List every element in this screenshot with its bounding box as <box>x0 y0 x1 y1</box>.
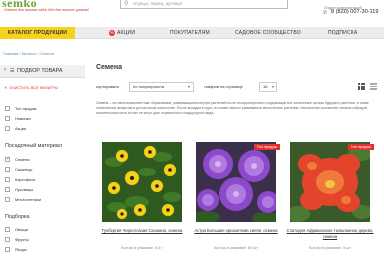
breadcrumb-catalog[interactable]: Каталог <box>22 51 37 56</box>
perpage-label: товаров на странице <box>204 84 243 89</box>
top-sales-badge: Топ продаж <box>253 144 280 150</box>
filter-checkbox-new[interactable]: Новинки <box>5 115 31 122</box>
menu-icon: ☰ <box>10 68 15 74</box>
chevron-down-icon: ▾ <box>187 84 190 89</box>
nav-item-promo[interactable]: % АКЦИИ <box>109 27 135 39</box>
filter-checkbox-potato[interactable]: Картофель <box>5 176 36 183</box>
nav-item-community[interactable]: САДОВОЕ СООБЩЕСТВО <box>235 27 301 39</box>
checkbox[interactable] <box>5 237 10 242</box>
search-icon: ⚲ <box>124 1 129 7</box>
main-nav: КАТАЛОГ ПРОДУКЦИИ % АКЦИИ ПОКУПАТЕЛЯМ СА… <box>0 27 384 39</box>
checkbox-label: Фрукты <box>15 237 29 242</box>
checkbox[interactable] <box>5 167 10 172</box>
nav-item-buyers[interactable]: ПОКУПАТЕЛЯМ <box>170 27 210 39</box>
checkbox-label: Многолетники <box>15 197 41 202</box>
list-view-icon[interactable] <box>370 83 377 90</box>
chevron-down-icon: ▾ <box>271 84 274 89</box>
nav-catalog-button[interactable]: КАТАЛОГ ПРОДУКЦИИ <box>0 27 75 39</box>
filter-checkbox-fruits[interactable]: Фрукты <box>5 236 29 243</box>
sort-value: по популярности <box>133 84 165 89</box>
perpage-value: 18 <box>263 84 268 89</box>
filter-sidebar: ‹ ☰ ПОДБОР ТОВАРА ✕ ОЧИСТИТЬ ВСЕ ФИЛЬТРЫ … <box>0 62 85 256</box>
checkbox[interactable] <box>5 227 10 232</box>
phone-number[interactable]: 8 (820) 007-30-119 <box>331 9 378 15</box>
clear-filters-label: ОЧИСТИТЬ ВСЕ ФИЛЬТРЫ <box>9 86 59 90</box>
checkbox[interactable] <box>5 247 10 252</box>
checkbox-label: Овощи <box>15 227 28 232</box>
breadcrumb-home[interactable]: Главная <box>3 51 18 56</box>
site-logo[interactable]: semko Семена для вашего сада! Всё для ва… <box>2 0 89 18</box>
search-input[interactable]: ⚲ огурцы, перец, артикул <box>120 0 288 9</box>
nav-item-subscribe[interactable]: ПОДПИСКА <box>328 27 357 39</box>
product-image[interactable] <box>102 142 182 222</box>
checkbox-label: Ягоды <box>15 247 27 252</box>
filter-checkbox-seedlings[interactable]: Саженцы <box>5 166 32 173</box>
checkbox-label: Саженцы <box>15 167 33 172</box>
grid-view-icon[interactable] <box>358 83 365 90</box>
filter-group-title-selection: Подборка <box>5 214 30 220</box>
checkbox[interactable] <box>5 126 10 131</box>
site-header: semko Семена для вашего сада! Всё для ва… <box>0 0 384 22</box>
top-sales-badge: Топ продаж <box>347 144 374 150</box>
phone-icon: ✆ <box>323 10 328 16</box>
percent-icon: % <box>109 30 115 36</box>
breadcrumb-current: Семена <box>39 51 54 56</box>
category-description: Семена – это многокомпонентные образован… <box>96 101 369 115</box>
checkbox[interactable] <box>5 177 10 182</box>
checkbox-label: Топ продаж <box>15 106 37 111</box>
product-card[interactable]: Тунбергия Черноглазая Сюзанна, семена Ко… <box>98 140 186 256</box>
chevron-left-icon: ‹ <box>4 67 6 73</box>
checkbox-label: Картофель <box>15 177 36 182</box>
checkbox-label: Луковицы <box>15 187 34 192</box>
product-name[interactable]: Тунбергия Черноглазая Сюзанна, семена <box>98 228 186 234</box>
checkbox[interactable] <box>5 187 10 192</box>
close-icon: ✕ <box>4 86 8 90</box>
checkbox[interactable] <box>5 106 10 111</box>
breadcrumb: Главная / Каталог / Семена <box>3 51 54 56</box>
product-qty: Кол-во в упаковке: 0,3 г <box>121 246 163 250</box>
product-card[interactable]: Топ продаж Астра Большие хризантема синя… <box>192 140 280 256</box>
product-qty: Кол-во в упаковке: 50 шт <box>214 246 258 250</box>
product-name[interactable]: Астра Большие хризантема синяя, семена <box>192 228 280 234</box>
checkbox-label: Семена <box>15 157 30 162</box>
product-image[interactable] <box>196 142 276 222</box>
product-card[interactable]: Топ продаж Спатодея Африканское тюльпанн… <box>286 140 374 256</box>
product-image[interactable] <box>290 142 370 222</box>
search-placeholder: огурцы, перец, артикул <box>133 1 183 6</box>
checkbox[interactable] <box>5 197 10 202</box>
logo-tagline: Семена для вашего сада! Всё для вашего у… <box>4 8 89 12</box>
perpage-select[interactable]: 18 ▾ <box>259 82 277 92</box>
filter-header[interactable]: ‹ ☰ ПОДБОР ТОВАРА <box>0 65 85 78</box>
filter-checkbox-bulbs[interactable]: Луковицы <box>5 186 33 193</box>
filter-checkbox-vegetables[interactable]: Овощи <box>5 226 28 233</box>
clear-filters-link[interactable]: ✕ ОЧИСТИТЬ ВСЕ ФИЛЬТРЫ <box>4 85 58 90</box>
sort-select[interactable]: по популярности ▾ <box>129 82 194 92</box>
checkbox[interactable] <box>5 156 10 162</box>
product-qty: Кол-во в упаковке: 3 шт <box>309 246 351 250</box>
page-title: Семена <box>96 64 123 71</box>
filter-checkbox-top-sales[interactable]: Топ продаж <box>5 105 36 112</box>
product-name[interactable]: Спатодея Африканское тюльпанное дерево, … <box>286 228 374 239</box>
filter-title: ПОДБОР ТОВАРА <box>17 68 63 74</box>
filter-checkbox-seeds[interactable]: Семена <box>5 156 30 163</box>
filter-group-title-planting: Посадочный материал <box>5 143 62 149</box>
checkbox-label: Акция <box>15 126 27 131</box>
filter-checkbox-perennials[interactable]: Многолетники <box>5 196 41 203</box>
sort-label: сортировать <box>96 84 120 89</box>
checkbox[interactable] <box>5 116 10 121</box>
filter-checkbox-promo[interactable]: Акция <box>5 125 26 132</box>
filter-checkbox-berries[interactable]: Ягоды <box>5 246 27 253</box>
nav-item-promo-label: АКЦИИ <box>117 30 136 36</box>
checkbox-label: Новинки <box>15 116 31 121</box>
sort-toolbar: сортировать по популярности ▾ товаров на… <box>96 82 380 93</box>
